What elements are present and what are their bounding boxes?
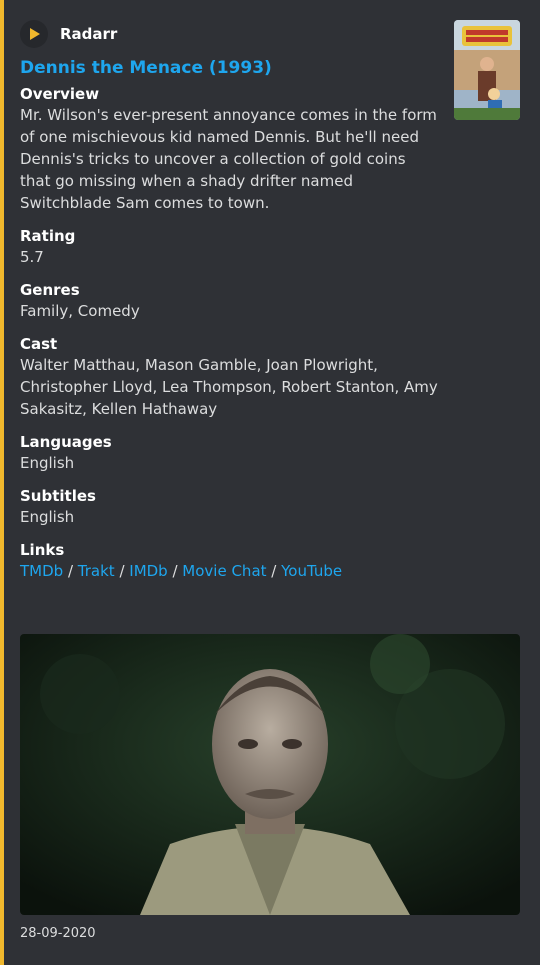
field-rating-label: Rating — [20, 227, 76, 245]
field-genres-label: Genres — [20, 281, 80, 299]
link-tmdb[interactable]: TMDb — [20, 562, 63, 580]
field-overview-label: Overview — [20, 85, 100, 103]
link-youtube[interactable]: YouTube — [281, 562, 342, 580]
link-separator: / — [114, 562, 130, 580]
field-overview-value: Mr. Wilson's ever-present annoyance come… — [20, 106, 437, 212]
field-languages-label: Languages — [20, 433, 112, 451]
embed-footer-date: 28-09-2020 — [20, 926, 96, 941]
field-languages-value: English — [20, 454, 75, 472]
link-separator: / — [266, 562, 282, 580]
author-name: Radarr — [60, 25, 118, 43]
radarr-embed: Radarr Dennis the Menace (1993) Overview… — [0, 0, 540, 965]
movie-still-image[interactable] — [20, 634, 520, 915]
link-movie-chat[interactable]: Movie Chat — [182, 562, 266, 580]
field-links-label: Links — [20, 541, 65, 559]
radarr-play-icon — [20, 20, 48, 48]
field-subtitles-label: Subtitles — [20, 487, 96, 505]
embed-fields: Overview Mr. Wilson's ever-present annoy… — [20, 84, 440, 582]
field-cast-value: Walter Matthau, Mason Gamble, Joan Plowr… — [20, 356, 438, 418]
embed-author: Radarr — [20, 20, 520, 48]
movie-poster-thumbnail[interactable] — [454, 20, 520, 120]
field-cast-label: Cast — [20, 335, 58, 353]
movie-title-link[interactable]: Dennis the Menace (1993) — [20, 57, 520, 79]
link-separator: / — [167, 562, 183, 580]
field-rating-value: 5.7 — [20, 248, 44, 266]
link-separator: / — [63, 562, 78, 580]
link-imdb[interactable]: IMDb — [129, 562, 167, 580]
field-subtitles-value: English — [20, 508, 75, 526]
link-trakt[interactable]: Trakt — [78, 562, 115, 580]
field-links-value: TMDb / Trakt / IMDb / Movie Chat / YouTu… — [20, 560, 440, 582]
field-genres-value: Family, Comedy — [20, 302, 140, 320]
